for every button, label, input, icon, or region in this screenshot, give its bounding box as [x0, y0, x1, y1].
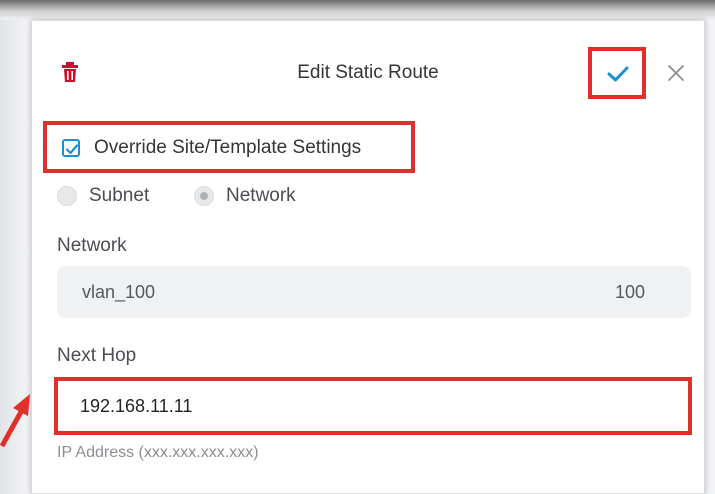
network-select[interactable]: vlan_100 100 [57, 266, 691, 318]
radio-selected-dot [200, 192, 208, 200]
dialog-header: Edit Static Route [32, 21, 704, 121]
top-shadow [0, 0, 715, 20]
network-field-label: Network [57, 235, 127, 256]
close-icon [668, 65, 684, 81]
close-button[interactable] [662, 59, 690, 87]
network-radio[interactable] [194, 186, 214, 206]
network-vlan-id: 100 [614, 282, 645, 302]
check-icon [607, 66, 629, 82]
checkmark-icon [65, 144, 79, 155]
annotation-arrow [0, 394, 30, 448]
edit-static-route-dialog: Edit Static Route Override Site/Template… [31, 20, 705, 494]
next-hop-label: Next Hop [57, 345, 137, 366]
override-checkbox[interactable] [62, 139, 80, 157]
next-hop-hint: IP Address (xxx.xxx.xxx.xxx) [57, 444, 259, 461]
next-hop-input[interactable] [54, 377, 692, 435]
confirm-button[interactable] [588, 47, 646, 99]
network-value: vlan_100 [82, 282, 156, 302]
subnet-radio[interactable] [57, 186, 77, 206]
override-settings-highlight: Override Site/Template Settings [43, 121, 415, 173]
override-label[interactable]: Override Site/Template Settings [94, 136, 361, 160]
subnet-radio-label[interactable]: Subnet [89, 184, 149, 208]
destination-type-radio-group: Subnet Network [57, 183, 457, 213]
network-radio-label[interactable]: Network [226, 184, 296, 208]
